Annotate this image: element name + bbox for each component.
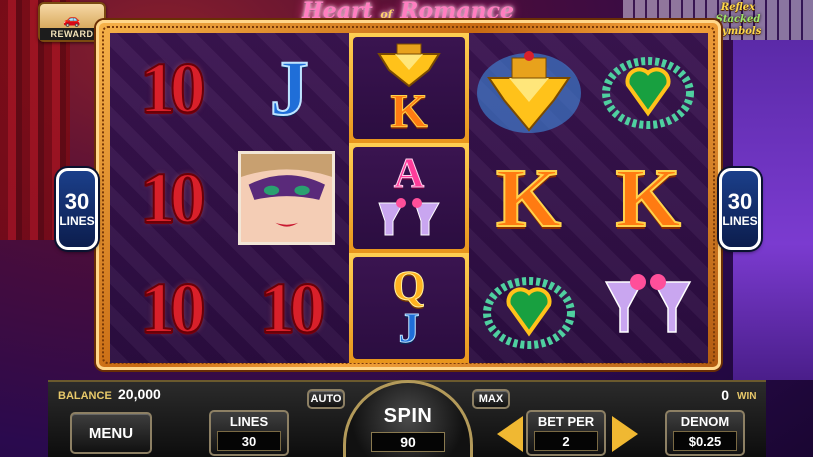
lines-badge-label: LINES: [722, 214, 758, 228]
reel-cell: K: [588, 143, 708, 253]
feature-line-1: Reflex: [720, 2, 756, 13]
reel-cell: [469, 253, 589, 363]
symbol-ten: 10: [139, 47, 207, 129]
lines-badge-number: 30: [727, 189, 753, 214]
symbol-ace: A: [393, 151, 425, 197]
reel-cell: K: [469, 143, 589, 253]
win-label: WIN: [737, 391, 757, 402]
symbol-jack-small: J: [398, 306, 420, 352]
spin-label: SPIN: [383, 405, 433, 427]
lines-selector[interactable]: LINES 30: [209, 410, 289, 456]
balance-label: BALANCE: [58, 390, 112, 402]
symbol-jack: J: [269, 43, 310, 132]
reel-cell: 10: [110, 143, 230, 253]
symbol-king-small: K: [390, 85, 428, 138]
reel-grid: 10 J K 10 A K K 10 10 Q J: [110, 33, 708, 363]
reel-cell-highlighted: A: [349, 143, 469, 253]
bet-per-selector[interactable]: BET PER 2: [526, 410, 606, 456]
emerald-necklace-icon: [602, 57, 695, 129]
champagne-glasses-icon: [604, 274, 692, 333]
denom-value: $0.25: [673, 431, 737, 451]
total-bet-value: 90: [371, 432, 445, 452]
denom-selector[interactable]: DENOM $0.25: [665, 410, 745, 456]
emerald-necklace-icon: [482, 277, 575, 349]
bet-per-label: BET PER: [537, 414, 595, 429]
lines-badge-label: LINES: [59, 214, 95, 228]
champagne-glasses-icon: [378, 198, 440, 236]
symbol-ten: 10: [139, 157, 207, 239]
bet-increase-arrow-icon[interactable]: [612, 416, 638, 452]
reel-cell: [588, 33, 708, 143]
reel-cell: J: [230, 33, 350, 143]
symbol-queen: Q: [392, 264, 426, 310]
reel-cell: [469, 33, 589, 143]
reel-cell: 10: [110, 253, 230, 363]
lines-label: LINES: [229, 414, 269, 429]
reel-cell: 10: [230, 253, 350, 363]
win-value: 0: [721, 387, 729, 403]
bet-decrease-arrow-icon[interactable]: [497, 416, 523, 452]
auto-button[interactable]: AUTO: [307, 389, 345, 409]
balance-value: 20,000: [118, 386, 161, 402]
masked-lady-icon: [240, 154, 333, 242]
reel-cell: 10: [110, 33, 230, 143]
symbol-ten: 10: [139, 267, 207, 349]
symbol-ten: 10: [258, 267, 326, 349]
diamond-crown-icon: [377, 43, 441, 88]
symbol-king: K: [615, 151, 682, 246]
reel-cell-highlighted: K: [349, 33, 469, 143]
diamond-crown-icon: [476, 51, 581, 133]
reward-label: REWARD: [40, 28, 104, 40]
max-bet-button[interactable]: MAX: [472, 389, 510, 409]
denom-label: DENOM: [680, 414, 730, 429]
lines-badge-left: 30 LINES: [56, 168, 98, 250]
lines-badge-number: 30: [64, 189, 90, 214]
symbol-king: K: [495, 151, 562, 246]
bet-per-value: 2: [534, 431, 598, 451]
lines-value: 30: [217, 431, 281, 451]
reel-cell: [588, 253, 708, 363]
reel-cell-mask: [237, 151, 336, 245]
lines-badge-right: 30 LINES: [719, 168, 761, 250]
reel-cell-highlighted: Q J: [349, 253, 469, 363]
car-icon: 🚗: [63, 11, 81, 27]
menu-button[interactable]: MENU: [70, 412, 152, 454]
